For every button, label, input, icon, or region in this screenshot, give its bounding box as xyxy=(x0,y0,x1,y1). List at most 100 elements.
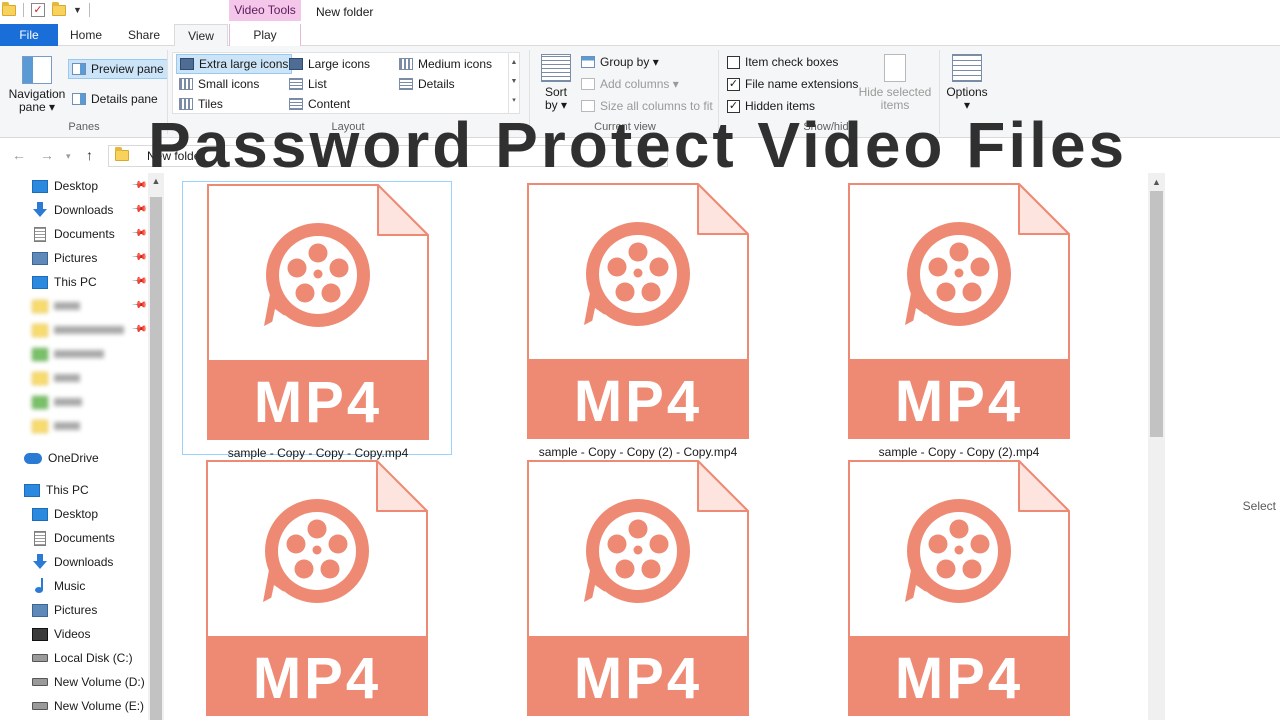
item-check-boxes-label: Item check boxes xyxy=(745,55,839,69)
layout-details[interactable]: Details xyxy=(396,74,458,94)
layout-large-icons[interactable]: Large icons xyxy=(286,54,373,74)
tab-play[interactable]: Play xyxy=(229,24,301,46)
documents-icon xyxy=(34,530,46,546)
downloads-icon xyxy=(32,202,48,218)
downloads-icon xyxy=(32,554,48,570)
folder-icon xyxy=(2,1,16,16)
customize-qat-icon[interactable]: ▼ xyxy=(73,5,82,15)
mp4-file-icon: MP4 xyxy=(527,183,749,439)
tab-home[interactable]: Home xyxy=(58,24,114,46)
layout-gallery: Extra large icons Large icons Medium ico… xyxy=(172,52,520,114)
folder-icon xyxy=(32,419,48,433)
sidebar-item-label: Pictures xyxy=(54,603,98,617)
large-icons-label: Large icons xyxy=(308,57,371,71)
sidebar-item-label: Desktop xyxy=(54,507,99,521)
file-item[interactable]: MP4 xyxy=(824,458,1094,720)
sidebar-item-label: Videos xyxy=(54,627,91,641)
sidebar-item-label: This PC xyxy=(54,275,97,289)
mp4-file-icon: MP4 xyxy=(848,183,1070,439)
group-by-icon xyxy=(581,56,595,68)
layout-list[interactable]: List xyxy=(286,74,330,94)
film-icon xyxy=(32,627,48,641)
scroll-up-icon[interactable]: ▲ xyxy=(1148,177,1165,187)
hard-drive-icon xyxy=(32,702,48,710)
file-list-scrollbar[interactable]: ▲ xyxy=(1148,173,1165,720)
tab-view[interactable]: View xyxy=(174,24,228,47)
documents-icon xyxy=(34,226,46,242)
recent-locations-icon[interactable]: ▾ xyxy=(66,151,71,162)
back-arrow-icon[interactable]: ← xyxy=(12,147,26,163)
title-bar: ✓ ▼ Video Tools New folder xyxy=(0,0,1280,24)
layout-gallery-scroll[interactable]: ▲ ▼ ▾ xyxy=(508,53,519,113)
sidebar-scrollbar[interactable]: ▲ xyxy=(148,173,164,720)
file-name: sample - Copy - Copy (2) - Copy.mp4 xyxy=(538,445,738,459)
preview-pane-label: Preview pane xyxy=(91,62,164,76)
tab-share[interactable]: Share xyxy=(114,24,174,46)
preview-pane: Select xyxy=(1165,173,1280,720)
tab-file[interactable]: File xyxy=(0,24,58,46)
file-list-scroll-thumb[interactable] xyxy=(1150,191,1163,437)
sidebar-item-label: New Volume (E:) xyxy=(54,699,145,713)
navigation-pane: Desktop 📌 Downloads 📌 Documents 📌 Pictur… xyxy=(0,173,164,720)
small-icons-label: Small icons xyxy=(198,77,260,91)
sidebar-item-label: New Volume (D:) xyxy=(54,675,145,689)
sidebar-item-label: Downloads xyxy=(54,203,114,217)
layout-medium-icons[interactable]: Medium icons xyxy=(396,54,495,74)
details-icon xyxy=(399,78,413,90)
layout-extra-large-icons[interactable]: Extra large icons xyxy=(176,54,293,74)
file-item[interactable]: MP4 xyxy=(182,458,452,720)
file-item[interactable]: MP4 sample - Copy - Copy (2).mp4 xyxy=(824,181,1094,459)
file-item[interactable]: MP4 sample - Copy - Copy (2) - Copy.mp4 xyxy=(503,181,773,459)
sidebar-scroll-thumb[interactable] xyxy=(150,197,162,720)
up-arrow-icon[interactable]: ↑ xyxy=(86,147,93,163)
mp4-icon-label: MP4 xyxy=(895,369,1023,434)
preview-pane-button[interactable]: Preview pane xyxy=(68,59,168,79)
folder-icon xyxy=(32,395,48,409)
file-name-extensions-checkbox[interactable]: ✓ xyxy=(727,77,740,91)
options-icon xyxy=(952,54,982,82)
mp4-file-icon: MP4 xyxy=(206,460,428,716)
mp4-icon-label: MP4 xyxy=(574,369,702,434)
hard-drive-icon xyxy=(32,678,48,686)
mp4-file-icon: MP4 xyxy=(848,460,1070,716)
navigation-pane-label-2: pane ▾ xyxy=(18,100,56,114)
item-check-boxes-checkbox[interactable] xyxy=(727,55,740,69)
computer-icon xyxy=(32,275,48,289)
item-check-boxes-toggle[interactable]: Item check boxes xyxy=(724,52,841,72)
quick-access-toolbar: ✓ ▼ xyxy=(2,1,90,17)
file-name-extensions-toggle[interactable]: ✓ File name extensions xyxy=(724,74,861,94)
music-note-icon xyxy=(35,578,45,594)
folder-icon xyxy=(32,323,48,337)
sidebar-item-label: Documents xyxy=(54,227,115,241)
blurred-label xyxy=(54,326,124,334)
options-button[interactable]: Options ▾ xyxy=(942,54,992,112)
small-icons-icon xyxy=(179,78,193,90)
sidebar-item-label: This PC xyxy=(46,483,89,497)
blurred-label xyxy=(54,398,82,406)
properties-icon[interactable]: ✓ xyxy=(31,3,45,17)
file-name: sample - Copy - Copy (2).mp4 xyxy=(878,445,1040,459)
details-pane-label: Details pane xyxy=(91,92,158,106)
navigation-pane-button[interactable]: Navigation pane ▾ xyxy=(6,56,68,114)
sort-by-button[interactable]: Sort by ▾ xyxy=(536,54,576,112)
group-by-button[interactable]: Group by ▾ xyxy=(578,52,662,72)
new-folder-icon[interactable] xyxy=(52,1,66,16)
hide-selected-icon xyxy=(884,54,906,82)
blurred-label xyxy=(54,374,80,382)
group-by-label: Group by ▾ xyxy=(600,55,659,69)
pictures-icon xyxy=(32,603,48,617)
mp4-icon-label: MP4 xyxy=(253,646,381,711)
video-overlay-title: Password Protect Video Files xyxy=(148,109,1128,181)
file-list-view: MP4 sample - Copy - Copy - Copy.mp4 MP4 … xyxy=(164,173,1164,720)
hide-selected-items-button[interactable]: Hide selected items xyxy=(858,54,932,112)
blurred-label xyxy=(54,422,80,430)
add-columns-button[interactable]: Add columns ▾ xyxy=(578,74,682,94)
file-item[interactable]: MP4 sample - Copy - Copy - Copy.mp4 xyxy=(182,181,452,460)
layout-small-icons[interactable]: Small icons xyxy=(176,74,262,94)
folder-icon xyxy=(32,299,48,313)
desktop-icon xyxy=(32,179,48,193)
details-pane-button[interactable]: Details pane xyxy=(69,89,161,109)
file-item[interactable]: MP4 xyxy=(503,458,773,720)
forward-arrow-icon[interactable]: → xyxy=(40,147,54,163)
sidebar-item-label: Music xyxy=(54,579,86,593)
